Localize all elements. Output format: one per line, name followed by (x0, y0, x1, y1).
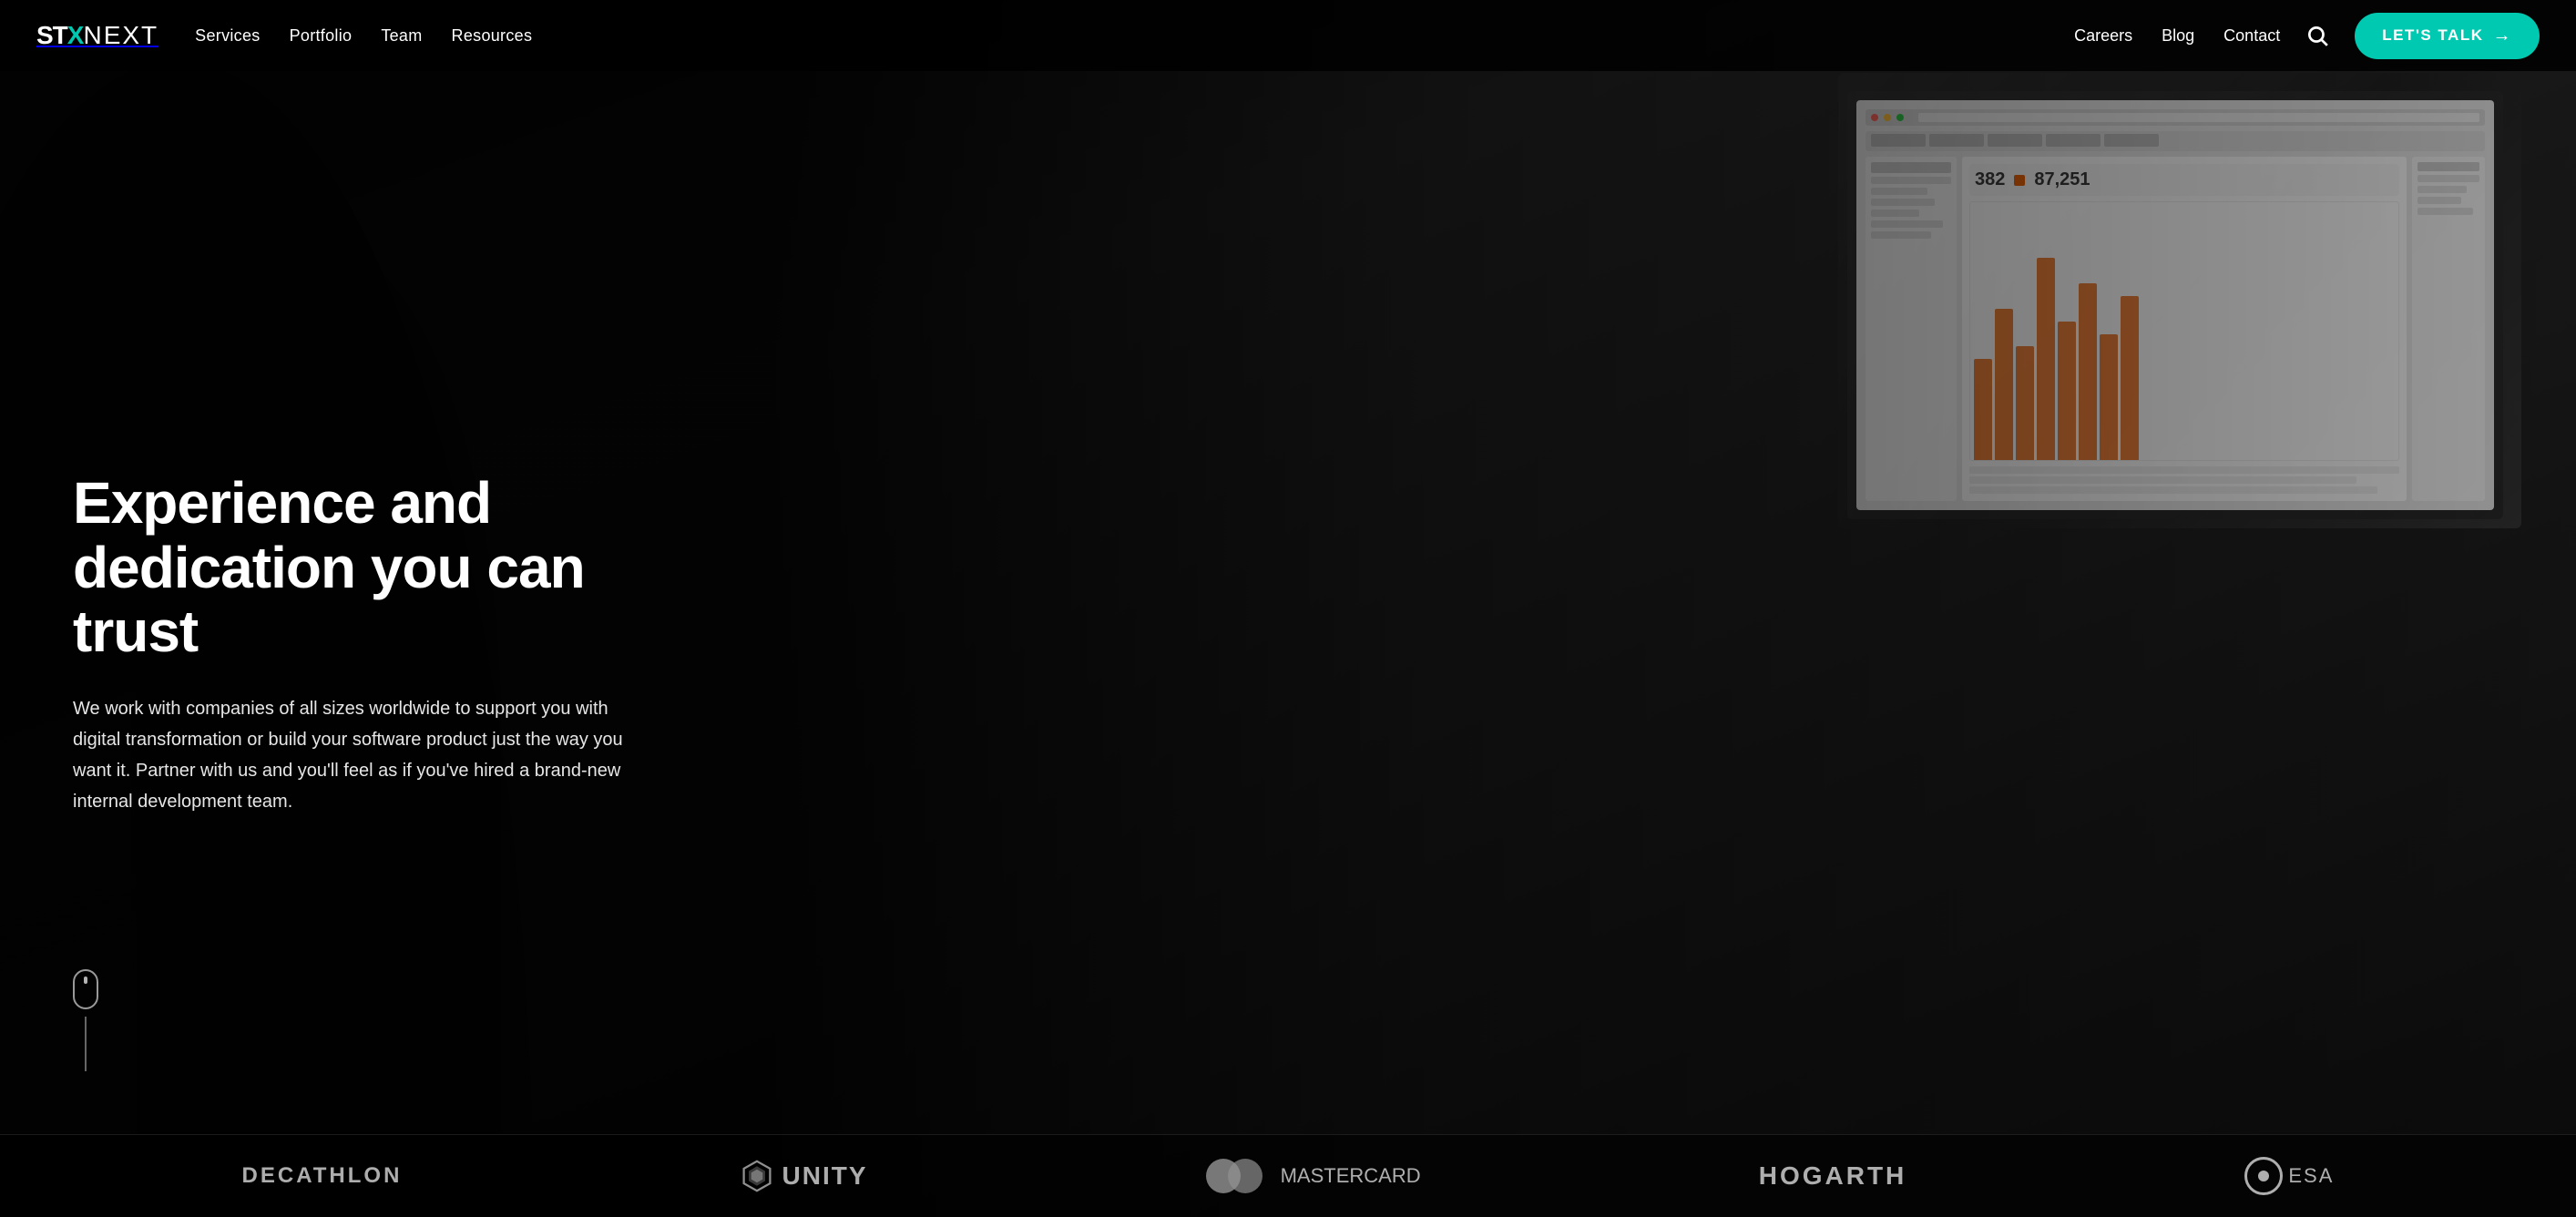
hero-section: 382 87,251 (0, 0, 2576, 1217)
scroll-mouse-dot (84, 977, 87, 984)
cta-label: LET'S TALK (2382, 26, 2483, 45)
client-decathlon: DECATHLON (242, 1163, 403, 1189)
logo-stx: STX (36, 21, 83, 50)
nav-contact[interactable]: Contact (2223, 26, 2280, 45)
nav-blog[interactable]: Blog (2162, 26, 2194, 45)
esa-dot (2258, 1171, 2269, 1181)
hero-content: Experience and dedication you can trust … (0, 400, 729, 816)
hero-title: Experience and dedication you can trust (73, 471, 656, 663)
unity-logo-text: Unity (782, 1161, 868, 1191)
esa-logo-text: esa (2288, 1164, 2334, 1188)
hero-title-line2: dedication you can trust (73, 535, 585, 664)
unity-hex-icon (741, 1160, 773, 1192)
scroll-indicator (73, 969, 98, 1071)
nav-left: STX NEXT Services Portfolio Team Resourc… (36, 21, 532, 50)
cta-arrow: → (2493, 26, 2513, 46)
logo-next: NEXT (83, 21, 158, 50)
nav-right: Careers Blog Contact LET'S TALK → (2074, 13, 2540, 59)
decathlon-logo-text: DECATHLON (242, 1163, 403, 1189)
client-unity: Unity (741, 1160, 868, 1192)
nav-careers[interactable]: Careers (2074, 26, 2132, 45)
nav-services[interactable]: Services (195, 26, 260, 45)
clients-bar: DECATHLON Unity mastercard HOGARTH (0, 1134, 2576, 1217)
nav-team[interactable]: Team (381, 26, 422, 45)
client-hogarth: HOGARTH (1759, 1161, 1907, 1191)
scroll-mouse (73, 969, 98, 1009)
mastercard-logo-text: mastercard (1281, 1164, 1421, 1188)
navbar: STX NEXT Services Portfolio Team Resourc… (0, 0, 2576, 71)
nav-resources[interactable]: Resources (452, 26, 533, 45)
nav-portfolio[interactable]: Portfolio (290, 26, 353, 45)
hero-title-line1: Experience and (73, 470, 491, 536)
mc-circle-right (1228, 1159, 1262, 1193)
search-icon[interactable] (2305, 24, 2329, 47)
search-svg (2305, 24, 2329, 47)
hero-subtitle: We work with companies of all sizes worl… (73, 693, 656, 817)
lets-talk-button[interactable]: LET'S TALK → (2355, 13, 2540, 59)
client-esa: esa (2244, 1157, 2334, 1195)
logo-x: X (67, 21, 84, 49)
scroll-line (85, 1017, 87, 1071)
esa-circle-icon (2244, 1157, 2283, 1195)
mastercard-circles-icon (1206, 1159, 1262, 1193)
nav-left-links: Services Portfolio Team Resources (195, 26, 532, 46)
client-mastercard: mastercard (1206, 1159, 1421, 1193)
logo[interactable]: STX NEXT (36, 21, 158, 50)
hogarth-logo-text: HOGARTH (1759, 1161, 1907, 1191)
nav-right-links: Careers Blog Contact (2074, 26, 2280, 46)
